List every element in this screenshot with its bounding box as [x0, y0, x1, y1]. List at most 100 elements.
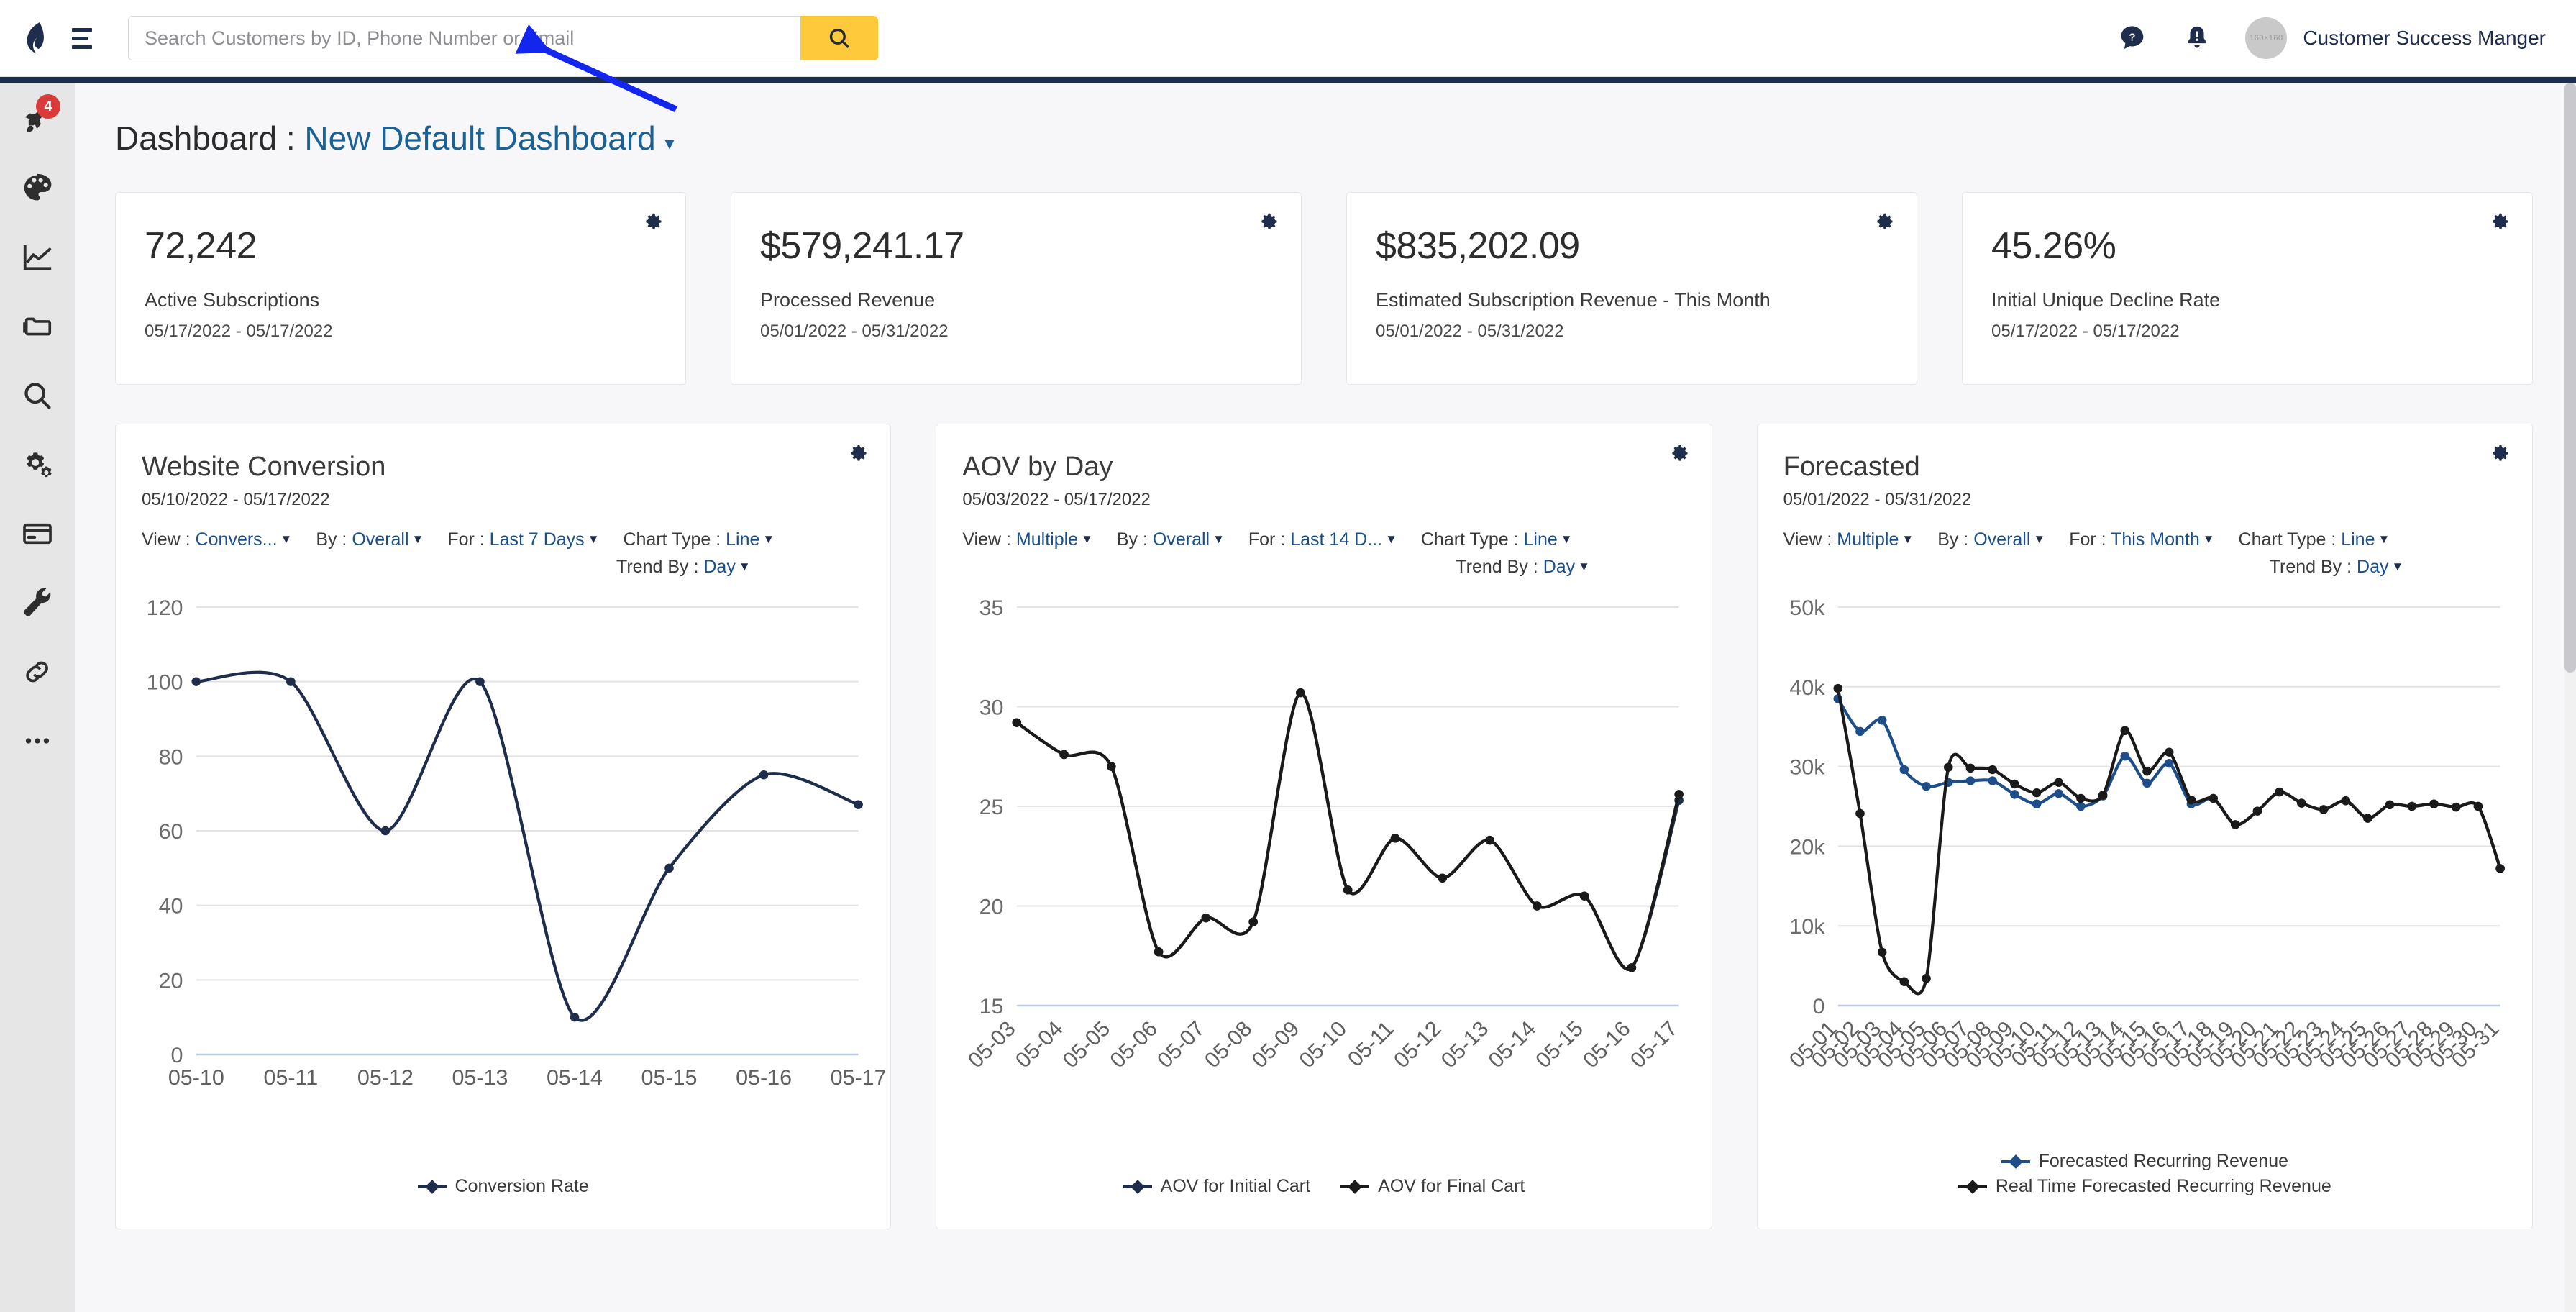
scrollbar-thumb[interactable] [2564, 83, 2576, 673]
svg-text:05-13: 05-13 [1437, 1017, 1494, 1072]
search-input[interactable] [128, 16, 800, 60]
chevron-down-icon[interactable]: ▼ [1385, 532, 1397, 546]
sidebar-item-palette[interactable] [16, 168, 59, 209]
chevron-down-icon[interactable]: ▼ [412, 532, 424, 546]
filter-by-label: By : [1116, 529, 1148, 550]
svg-text:20: 20 [979, 896, 1004, 919]
sidebar-item-more[interactable] [16, 720, 59, 762]
chevron-down-icon[interactable]: ▼ [1578, 560, 1590, 573]
filter-trend-by-value[interactable]: Day [703, 557, 735, 577]
gear-icon[interactable] [1875, 211, 1895, 235]
gear-icon[interactable] [1670, 443, 1690, 467]
gear-icon[interactable] [2490, 443, 2511, 467]
chart-line-icon [23, 245, 52, 270]
svg-text:05-16: 05-16 [736, 1066, 792, 1090]
kpi-label: Processed Revenue [760, 289, 936, 311]
legend-item[interactable]: Real Time Forecasted Recurring Revenue [1958, 1176, 2331, 1197]
filter-for-label: For : [2069, 529, 2106, 550]
header-accent-strip [0, 77, 2576, 83]
filter-chart-type-value[interactable]: Line [726, 529, 759, 550]
filter-chart-type-label: Chart Type : [623, 529, 721, 550]
chevron-down-icon[interactable]: ▼ [280, 532, 293, 546]
sidebar-item-tools[interactable] [16, 582, 59, 624]
chevron-down-icon[interactable]: ▼ [2203, 532, 2215, 546]
chevron-down-icon[interactable]: ▼ [2378, 532, 2390, 546]
gear-icon[interactable] [1259, 211, 1279, 235]
sidebar-badge: 4 [36, 94, 60, 119]
svg-text:60: 60 [159, 820, 183, 844]
kpi-card: 72,242 Active Subscriptions 05/17/2022 -… [115, 192, 686, 385]
svg-text:30: 30 [979, 696, 1004, 720]
chevron-down-icon[interactable]: ▾ [665, 132, 675, 154]
filter-by-value[interactable]: Overall [1973, 529, 2030, 550]
svg-text:?: ? [2129, 31, 2136, 43]
page-scrollbar[interactable] [2564, 83, 2576, 1312]
chevron-down-icon[interactable]: ▼ [739, 560, 751, 573]
filter-view: View : Convers... ▼ [142, 526, 292, 553]
chart-filters: View : Convers... ▼ By : Overall ▼ For : L… [142, 526, 864, 580]
kpi-value: 45.26% [1991, 225, 2116, 267]
filter-chart-type-value[interactable]: Line [2341, 529, 2375, 550]
sidebar-item-search[interactable] [16, 375, 59, 416]
chevron-down-icon[interactable]: ▼ [1901, 532, 1914, 546]
chevron-down-icon[interactable]: ▼ [762, 532, 775, 546]
filter-view-value[interactable]: Multiple [1837, 529, 1899, 550]
filter-for-value[interactable]: Last 7 Days [490, 529, 585, 550]
filter-view-label: View : [1783, 529, 1832, 550]
chevron-down-icon[interactable]: ▼ [1081, 532, 1093, 546]
lawpay-logo-icon[interactable] [13, 16, 58, 60]
sidebar-item-billing[interactable] [16, 513, 59, 555]
chart-card-aov-by-day: AOV by Day 05/03/2022 - 05/17/2022 View … [936, 424, 1712, 1229]
hamburger-menu-icon[interactable] [72, 22, 105, 55]
svg-text:30k: 30k [1789, 756, 1825, 780]
search-button[interactable] [800, 16, 878, 60]
gear-icon[interactable] [849, 443, 869, 467]
chart-date-range: 05/01/2022 - 05/31/2022 [1783, 490, 1972, 509]
notification-bell-icon[interactable] [2180, 22, 2214, 55]
filter-trend-by-value[interactable]: Day [1543, 557, 1575, 577]
filter-trend-by-value[interactable]: Day [2357, 557, 2388, 577]
legend-label: AOV for Initial Cart [1160, 1176, 1311, 1196]
legend-item[interactable]: AOV for Final Cart [1340, 1176, 1525, 1197]
chevron-down-icon[interactable]: ▼ [1212, 532, 1225, 546]
filter-by: By : Overall ▼ [316, 526, 424, 553]
svg-text:0: 0 [171, 1044, 183, 1067]
svg-text:05-06: 05-06 [1106, 1017, 1163, 1072]
gear-icon[interactable] [2490, 211, 2511, 235]
kpi-date-range: 05/17/2022 - 05/17/2022 [145, 322, 333, 341]
filter-for-value[interactable]: This Month [2111, 529, 2200, 550]
main-content: Dashboard : New Default Dashboard ▾ 72,2… [75, 83, 2576, 1312]
legend-item[interactable]: Conversion Rate [417, 1176, 589, 1197]
filter-view-value[interactable]: Convers... [196, 529, 278, 550]
legend-item[interactable]: Forecasted Recurring Revenue [2001, 1151, 2288, 1172]
sidebar-item-integrations[interactable] [16, 651, 59, 693]
chevron-down-icon[interactable]: ▼ [1561, 532, 1573, 546]
filter-for-value[interactable]: Last 14 D... [1290, 529, 1382, 550]
chevron-down-icon[interactable]: ▼ [2391, 560, 2403, 573]
filter-view-label: View : [142, 529, 191, 550]
gear-icon[interactable] [644, 211, 664, 235]
filter-view-value[interactable]: Multiple [1016, 529, 1078, 550]
filter-by-value[interactable]: Overall [352, 529, 408, 550]
sidebar-item-rocket[interactable]: 4 [16, 94, 60, 140]
filter-for-label: For : [447, 529, 485, 550]
filter-for: For : This Month ▼ [2069, 526, 2214, 553]
chevron-down-icon[interactable]: ▼ [2033, 532, 2045, 546]
svg-text:05-08: 05-08 [1200, 1017, 1257, 1072]
chart-row: Website Conversion 05/10/2022 - 05/17/20… [75, 385, 2576, 1229]
avatar[interactable]: 160×160 [2245, 17, 2288, 59]
svg-text:50k: 50k [1789, 596, 1825, 620]
svg-text:05-12: 05-12 [357, 1066, 414, 1090]
sidebar-item-files[interactable] [16, 306, 59, 347]
filter-by-value[interactable]: Overall [1153, 529, 1210, 550]
svg-text:35: 35 [979, 596, 1004, 620]
sidebar-item-settings[interactable] [16, 444, 59, 486]
legend-item[interactable]: AOV for Initial Cart [1123, 1176, 1310, 1197]
kpi-card: $579,241.17 Processed Revenue 05/01/2022… [731, 192, 1302, 385]
sidebar-item-analytics[interactable] [16, 237, 59, 278]
dashboard-name-dropdown[interactable]: New Default Dashboard [304, 119, 655, 157]
filter-chart-type-value[interactable]: Line [1524, 529, 1558, 550]
top-bar: ? 160×160 Customer Success Manger [0, 0, 2576, 77]
chevron-down-icon[interactable]: ▼ [588, 532, 600, 546]
help-chat-icon[interactable]: ? [2116, 22, 2149, 55]
